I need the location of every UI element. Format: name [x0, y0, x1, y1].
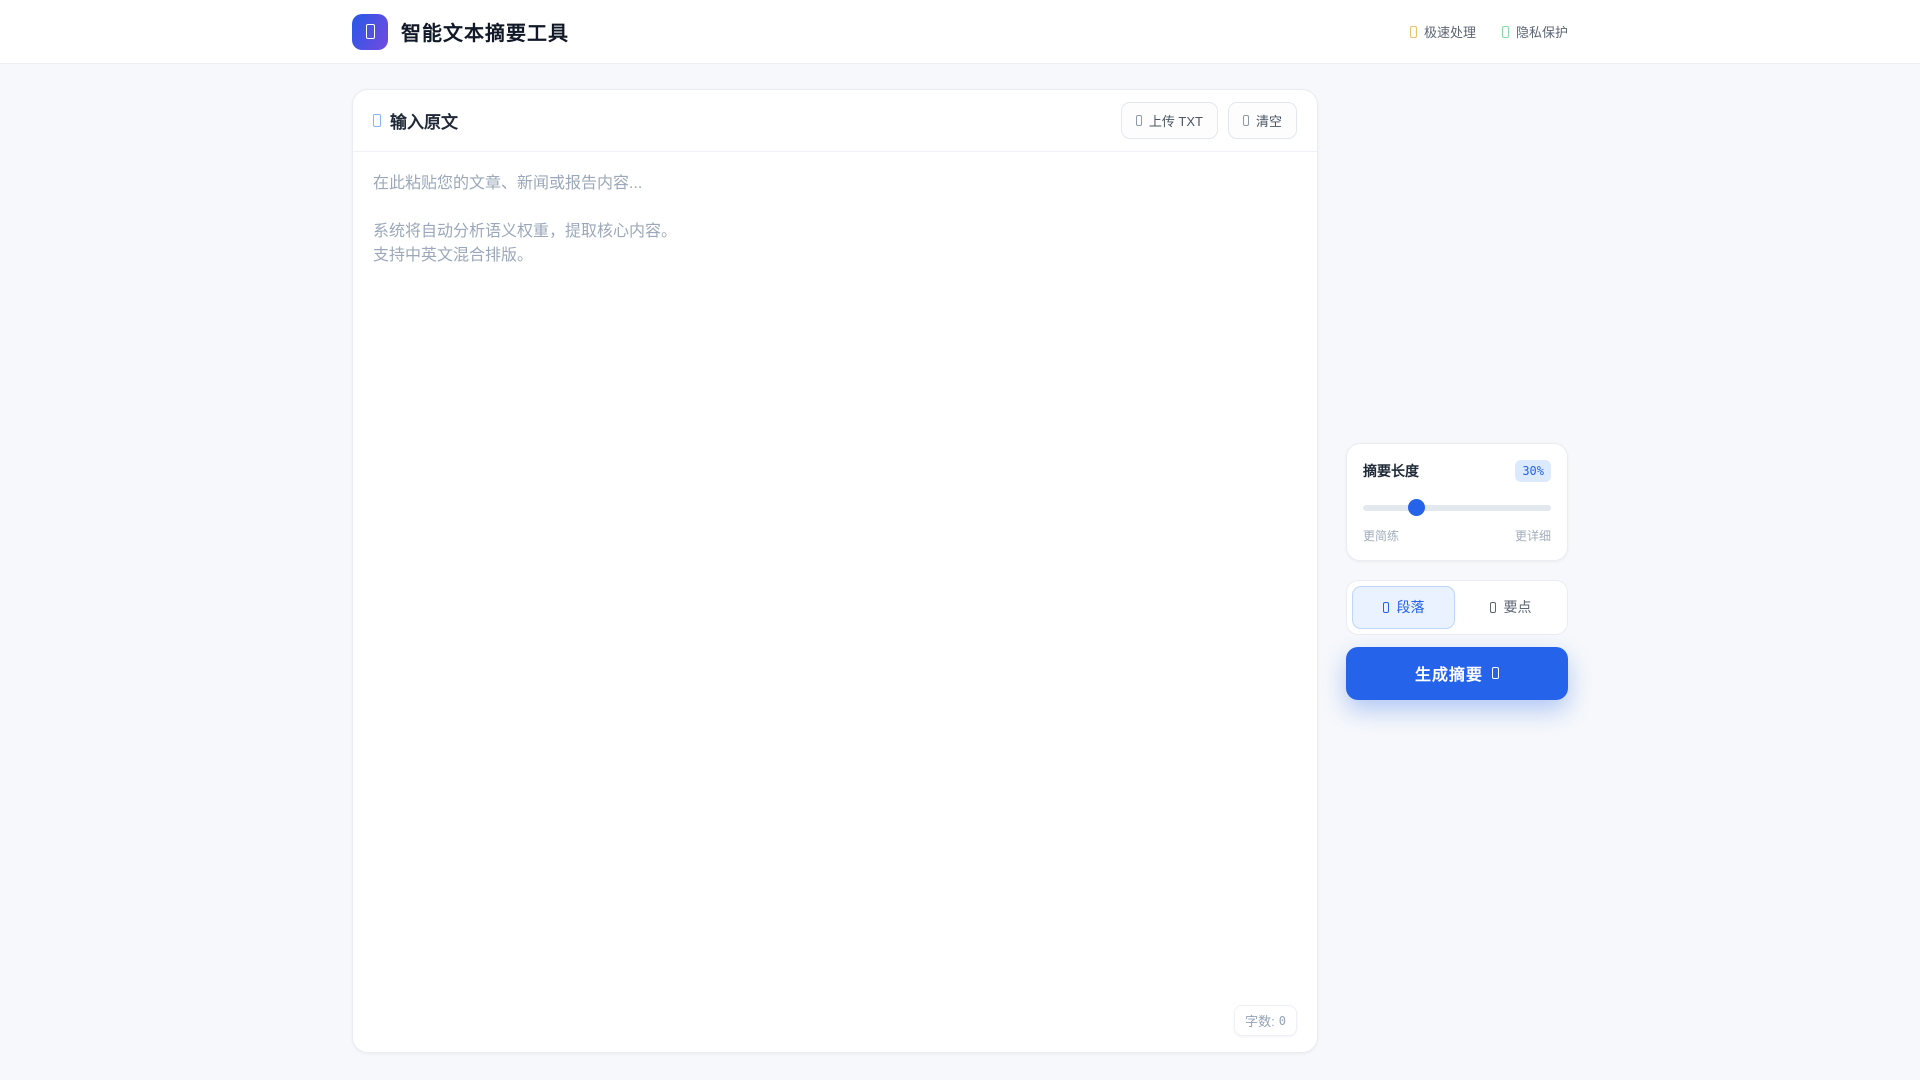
output-mode-toggle: 段落 要点: [1346, 579, 1568, 635]
length-slider-thumb[interactable]: [1407, 498, 1425, 516]
speed-badge-label: 极速处理: [1423, 25, 1476, 40]
generate-summary-button[interactable]: 生成摘要: [1346, 646, 1568, 700]
input-card-actions: 上传 TXT 清空: [1120, 102, 1297, 139]
app-header: 智能文本摘要工具 极速处理 隐私保护: [0, 0, 1920, 64]
app-logo: [352, 13, 388, 50]
mode-bullets-label: 要点: [1503, 599, 1532, 615]
char-count-value: 0: [1278, 1013, 1286, 1028]
char-count-label: 字数:: [1245, 1014, 1275, 1029]
clear-label: 清空: [1255, 114, 1282, 129]
upload-txt-label: 上传 TXT: [1148, 114, 1203, 129]
controls-panel: 摘要长度 30% 更简练 更详细 段落 要点 生成摘要: [1346, 89, 1568, 1053]
main-content: 输入原文 上传 TXT 清空 字数: 0 摘要长度 30%: [352, 64, 1568, 1053]
input-card-title-label: 输入原文: [390, 113, 458, 132]
arrow-right-icon: [1492, 667, 1499, 679]
document-sparkle-icon: [365, 24, 375, 39]
length-slider[interactable]: [1363, 498, 1551, 516]
mode-option-paragraph[interactable]: 段落: [1352, 585, 1455, 629]
mode-paragraph-label: 段落: [1396, 599, 1425, 615]
summary-length-card: 摘要长度 30% 更简练 更详细: [1346, 442, 1568, 561]
mode-option-bullets[interactable]: 要点: [1459, 586, 1562, 629]
slider-min-label: 更简练: [1363, 528, 1400, 543]
upload-txt-button[interactable]: 上传 TXT: [1120, 102, 1218, 139]
source-text-input[interactable]: [353, 152, 1317, 1052]
header-badges: 极速处理 隐私保护: [1409, 22, 1568, 41]
brand: 智能文本摘要工具: [352, 13, 569, 50]
clear-button[interactable]: 清空: [1227, 102, 1297, 139]
bullet-list-icon: [1489, 601, 1496, 613]
edit-icon: [373, 114, 381, 127]
input-card-title: 输入原文: [373, 108, 458, 133]
upload-icon: [1135, 115, 1142, 126]
length-slider-track[interactable]: [1363, 504, 1551, 511]
input-card-header: 输入原文 上传 TXT 清空: [353, 90, 1317, 152]
slider-max-label: 更详细: [1514, 528, 1551, 543]
generate-summary-label: 生成摘要: [1414, 667, 1483, 684]
speed-badge: 极速处理: [1409, 22, 1476, 41]
summary-length-label: 摘要长度: [1363, 462, 1419, 479]
lock-icon: [1501, 25, 1509, 38]
paragraph-icon: [1382, 601, 1389, 613]
input-card: 输入原文 上传 TXT 清空 字数: 0: [352, 89, 1318, 1053]
trash-icon: [1242, 115, 1249, 126]
char-count-badge: 字数: 0: [1234, 1005, 1297, 1036]
privacy-badge-label: 隐私保护: [1515, 25, 1568, 40]
summary-length-value-badge: 30%: [1515, 459, 1551, 482]
privacy-badge: 隐私保护: [1501, 22, 1568, 41]
lightning-icon: [1409, 25, 1417, 38]
app-title: 智能文本摘要工具: [401, 23, 569, 45]
